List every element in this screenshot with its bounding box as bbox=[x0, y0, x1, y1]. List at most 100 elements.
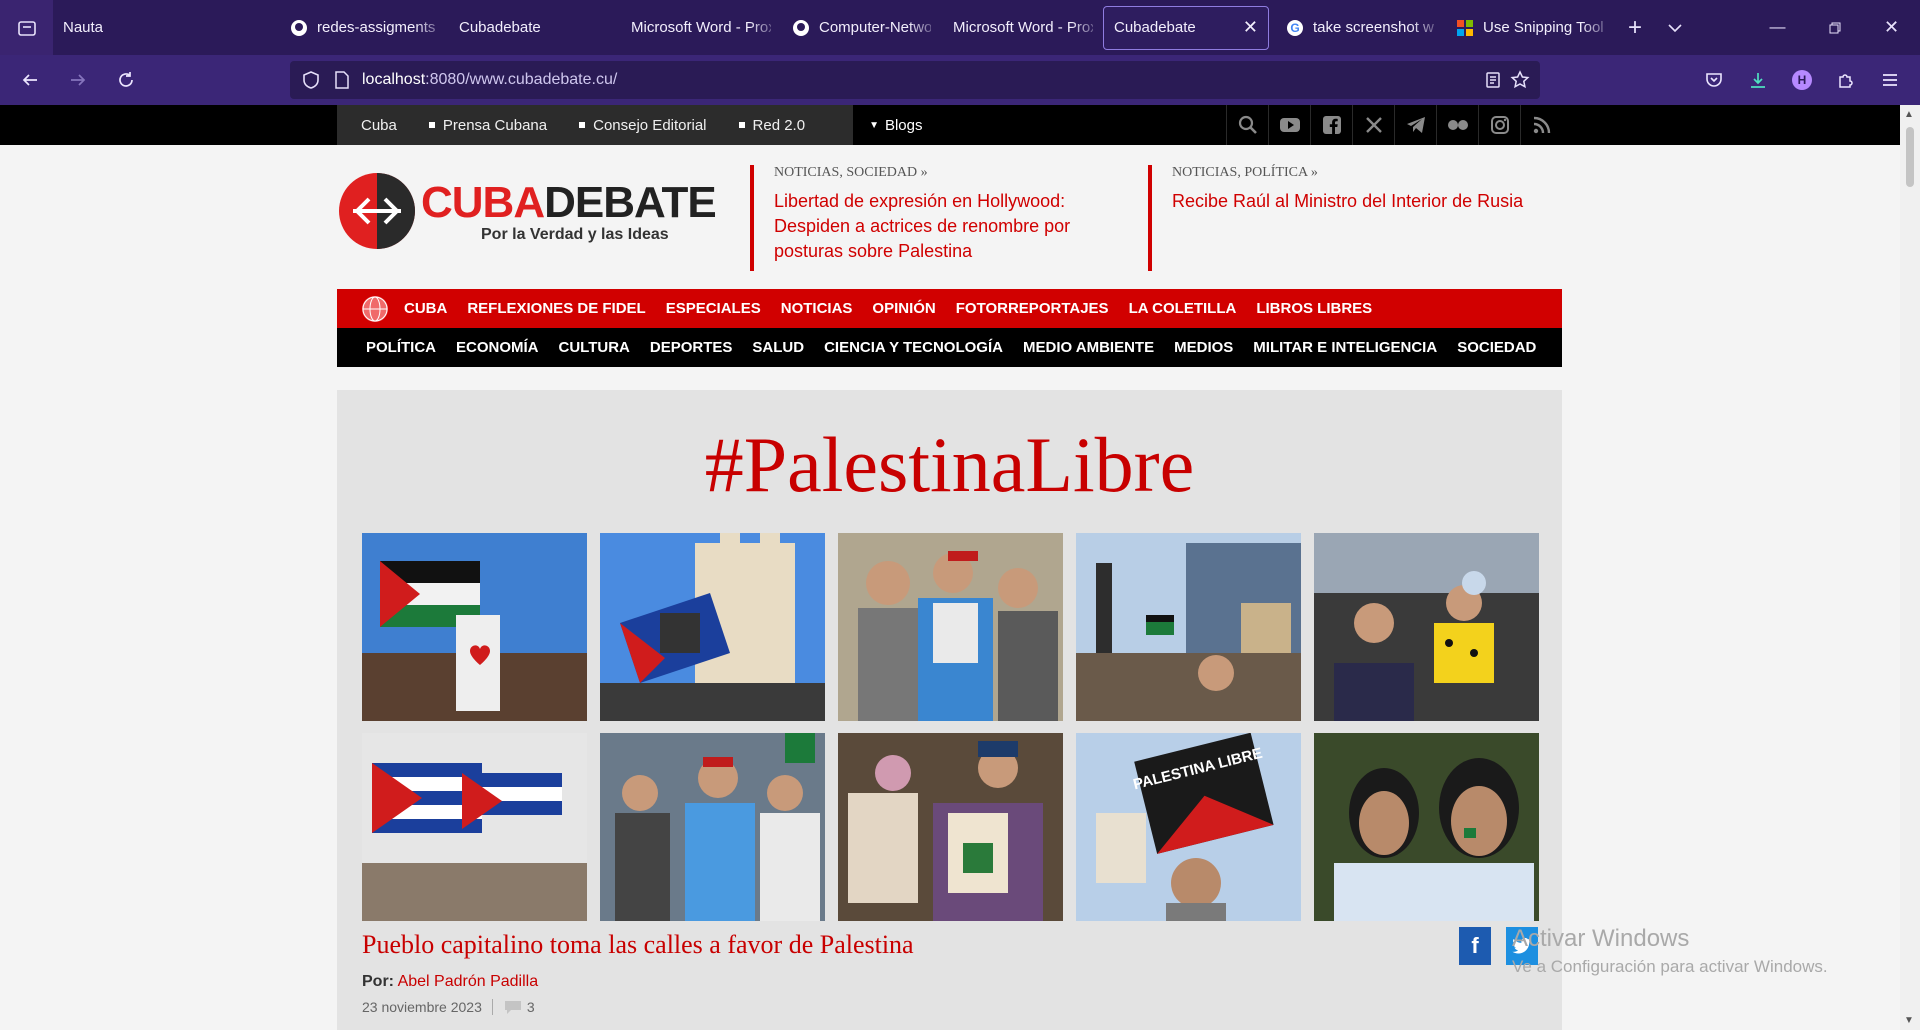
tab-word-proxy-2[interactable]: Microsoft Word - Proxy bbox=[943, 6, 1103, 50]
menu-item-cultura[interactable]: CULTURA bbox=[559, 339, 630, 356]
list-all-tabs-button[interactable] bbox=[1655, 6, 1695, 50]
featured-headline-1[interactable]: NOTICIAS, SOCIEDAD » Libertad de expresi… bbox=[750, 165, 1090, 271]
url-bar[interactable]: localhost:8080/www.cubadebate.cu/ bbox=[290, 61, 1540, 99]
tab-list-button[interactable] bbox=[0, 0, 53, 55]
gallery-photo[interactable] bbox=[1314, 733, 1539, 921]
menu-item-ciencia-tecnologia[interactable]: CIENCIA Y TECNOLOGÍA bbox=[824, 339, 1003, 356]
blogs-dropdown[interactable]: ▼ Blogs bbox=[869, 117, 922, 134]
network-link-red-2[interactable]: Red 2.0 bbox=[738, 117, 822, 134]
gallery-photo[interactable] bbox=[362, 533, 587, 721]
menu-item-fotorreportajes[interactable]: FOTORREPORTAJES bbox=[956, 300, 1109, 317]
downloads-button[interactable] bbox=[1736, 60, 1780, 100]
menu-item-sociedad[interactable]: SOCIEDAD bbox=[1457, 339, 1536, 356]
gallery-photo[interactable] bbox=[362, 733, 587, 921]
menu-item-cuba[interactable]: CUBA bbox=[404, 300, 447, 317]
facebook-link[interactable] bbox=[1310, 105, 1352, 145]
cubadebate-logo[interactable]: CUBADEBATE Por la Verdad y las Ideas bbox=[337, 173, 717, 253]
reload-button[interactable] bbox=[104, 60, 148, 100]
network-link-prensa-cubana[interactable]: Prensa Cubana bbox=[428, 116, 563, 134]
close-window-button[interactable]: ✕ bbox=[1863, 0, 1920, 55]
tab-redes-assigments[interactable]: redes-assigments bbox=[279, 6, 449, 50]
app-menu-button[interactable] bbox=[1868, 60, 1912, 100]
tab-take-screenshot[interactable]: G take screenshot w bbox=[1275, 6, 1445, 50]
avatar: H bbox=[1792, 70, 1812, 90]
featured-headline-2[interactable]: NOTICIAS, POLÍTICA » Recibe Raúl al Mini… bbox=[1148, 165, 1548, 271]
gallery-photo[interactable] bbox=[838, 533, 1063, 721]
tab-list-icon bbox=[17, 20, 36, 36]
page-icon bbox=[335, 71, 349, 89]
account-button[interactable]: H bbox=[1780, 60, 1824, 100]
new-tab-button[interactable]: + bbox=[1615, 6, 1655, 50]
gallery-photo[interactable]: PALESTINA LIBRE bbox=[1076, 733, 1301, 921]
extensions-button[interactable] bbox=[1824, 60, 1868, 100]
minimize-button[interactable]: — bbox=[1749, 0, 1806, 55]
menu-item-medio-ambiente[interactable]: MEDIO AMBIENTE bbox=[1023, 339, 1154, 356]
facebook-share-button[interactable]: f bbox=[1459, 927, 1491, 965]
gallery-photo[interactable] bbox=[600, 733, 825, 921]
tab-cubadebate-active[interactable]: Cubadebate ✕ bbox=[1103, 5, 1269, 50]
headline-title[interactable]: Recibe Raúl al Ministro del Interior de … bbox=[1172, 189, 1548, 214]
tab-word-proxy-1[interactable]: Microsoft Word - Proxy bbox=[621, 6, 781, 50]
gallery-photo[interactable] bbox=[1076, 533, 1301, 721]
tab-cubadebate-1[interactable]: Cubadebate bbox=[449, 6, 609, 50]
menu-item-especiales[interactable]: ESPECIALES bbox=[666, 300, 761, 317]
close-tab-icon[interactable]: ✕ bbox=[1233, 17, 1258, 38]
back-button[interactable] bbox=[8, 60, 52, 100]
network-links: Cuba Prensa Cubana Consejo Editorial Red… bbox=[337, 105, 854, 145]
blogs-label: Blogs bbox=[884, 116, 923, 134]
network-link-consejo-editorial[interactable]: Consejo Editorial bbox=[579, 117, 722, 134]
forward-button[interactable] bbox=[56, 60, 100, 100]
tab-computer-networks[interactable]: Computer-Networks bbox=[781, 6, 941, 50]
scrollbar-thumb[interactable] bbox=[1906, 127, 1914, 187]
network-link-label: Prensa Cubana bbox=[442, 116, 548, 134]
menu-item-economia[interactable]: ECONOMÍA bbox=[456, 339, 539, 356]
menu-item-opinion[interactable]: OPINIÓN bbox=[872, 300, 935, 317]
menu-item-salud[interactable]: SALUD bbox=[752, 339, 804, 356]
x-icon bbox=[1365, 117, 1382, 133]
gallery-photo[interactable] bbox=[838, 733, 1063, 921]
menu-item-reflexiones[interactable]: REFLEXIONES DE FIDEL bbox=[467, 300, 645, 317]
instagram-link[interactable] bbox=[1478, 105, 1520, 145]
comment-icon[interactable] bbox=[503, 999, 523, 1015]
menu-item-politica[interactable]: POLÍTICA bbox=[366, 339, 436, 356]
menu-item-noticias[interactable]: NOTICIAS bbox=[781, 300, 853, 317]
network-link-label: Cuba bbox=[361, 116, 397, 134]
pocket-button[interactable] bbox=[1692, 60, 1736, 100]
scroll-down-icon[interactable]: ▼ bbox=[1904, 1015, 1914, 1026]
menu-item-la-coletilla[interactable]: LA COLETILLA bbox=[1129, 300, 1237, 317]
menu-item-libros-libres[interactable]: LIBROS LIBRES bbox=[1256, 300, 1372, 317]
menu-item-militar[interactable]: MILITAR E INTELIGENCIA bbox=[1253, 339, 1437, 356]
rss-link[interactable] bbox=[1520, 105, 1562, 145]
headline-kicker[interactable]: NOTICIAS, POLÍTICA » bbox=[1172, 165, 1548, 181]
menu-item-medios[interactable]: MEDIOS bbox=[1174, 339, 1233, 356]
reader-view-icon[interactable] bbox=[1484, 71, 1502, 89]
menu-item-deportes[interactable]: DEPORTES bbox=[650, 339, 733, 356]
forward-arrow-icon bbox=[71, 74, 86, 86]
scroll-up-icon[interactable]: ▲ bbox=[1904, 109, 1914, 120]
author-link[interactable]: Abel Padrón Padilla bbox=[398, 973, 539, 990]
x-link[interactable] bbox=[1352, 105, 1394, 145]
network-link-cuba[interactable]: Cuba bbox=[361, 117, 413, 134]
headline-title[interactable]: Libertad de expresión en Hollywood: Desp… bbox=[774, 189, 1090, 264]
tab-snipping-tool[interactable]: Use Snipping Tool bbox=[1445, 6, 1615, 50]
social-links bbox=[1226, 105, 1562, 145]
feature-hashtag[interactable]: #PalestinaLibre bbox=[337, 420, 1562, 510]
globe-icon[interactable] bbox=[362, 295, 388, 322]
telegram-link[interactable] bbox=[1394, 105, 1436, 145]
gallery-photo[interactable] bbox=[600, 533, 825, 721]
page-scrollbar[interactable]: ▲ ▼ bbox=[1900, 105, 1920, 1030]
youtube-link[interactable] bbox=[1268, 105, 1310, 145]
search-button[interactable] bbox=[1226, 105, 1268, 145]
comment-count[interactable]: 3 bbox=[527, 999, 535, 1015]
svg-text:G: G bbox=[1290, 21, 1299, 35]
github-icon bbox=[791, 18, 811, 38]
feature-block: #PalestinaLibre PALESTINA LIBRE Pueblo c… bbox=[337, 390, 1562, 1030]
bullet-icon bbox=[738, 122, 745, 128]
headline-kicker[interactable]: NOTICIAS, SOCIEDAD » bbox=[774, 165, 1090, 181]
gallery-photo[interactable] bbox=[1314, 533, 1539, 721]
bookmark-star-icon[interactable] bbox=[1510, 70, 1530, 90]
restore-button[interactable] bbox=[1806, 0, 1863, 55]
tab-nauta[interactable]: Nauta bbox=[53, 6, 203, 50]
flickr-link[interactable] bbox=[1436, 105, 1478, 145]
article-title[interactable]: Pueblo capitalino toma las calles a favo… bbox=[362, 930, 914, 960]
